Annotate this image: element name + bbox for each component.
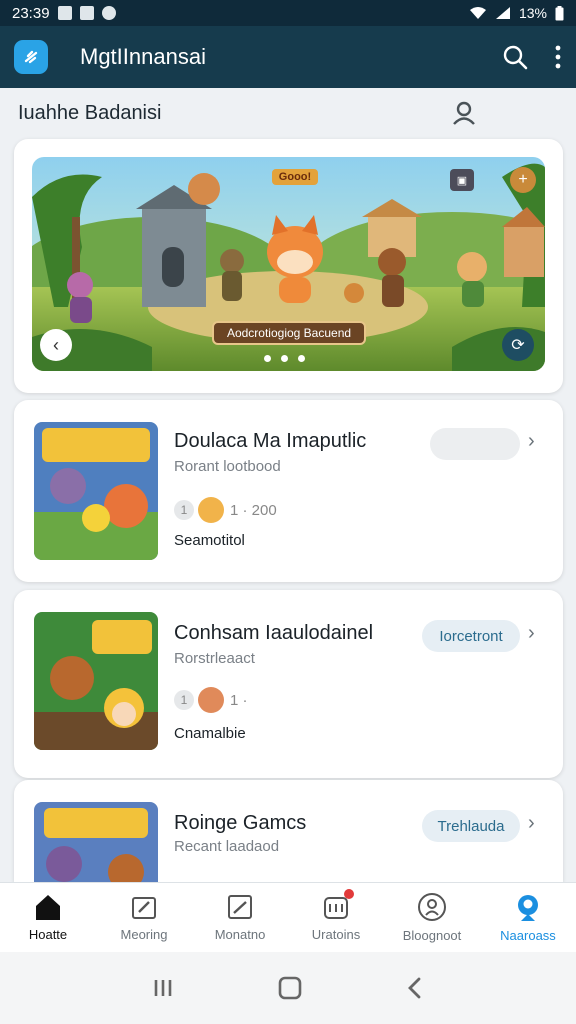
page-dot[interactable] [298, 355, 305, 362]
wifi-icon [469, 7, 486, 19]
settings-status-icon [101, 6, 116, 20]
page-dot[interactable] [281, 355, 288, 362]
app-bar: MgtIInnansai [0, 26, 576, 88]
count-badge: 1 [174, 500, 194, 520]
banner-pagination[interactable] [264, 355, 305, 362]
banner-image[interactable]: Gooo! ‹ ⟳ + ▣ Aodcrotiogiog Bacuend [32, 157, 545, 371]
status-bar: 23:39 13% [0, 0, 576, 26]
tab-label: Naaroass [500, 928, 556, 943]
player-avatars: 1 1 · 200 [174, 497, 277, 523]
game-action-button[interactable] [430, 428, 520, 460]
back-icon[interactable] [405, 976, 425, 1000]
battery-level: 13% [518, 5, 547, 21]
more-vert-icon[interactable] [554, 45, 562, 69]
featured-banner-card: Gooo! ‹ ⟳ + ▣ Aodcrotiogiog Bacuend [14, 139, 563, 393]
banner-add-button[interactable]: + [510, 167, 536, 193]
banner-share-button[interactable]: ⟳ [502, 329, 534, 361]
tab-meoring[interactable]: Meoring [96, 883, 192, 952]
notification-icon [57, 6, 72, 20]
bottom-navigation: Hoatte Meoring Monatno Uratoins Bloognoo… [0, 882, 576, 952]
game-action-button[interactable]: Trehlauda [422, 810, 520, 842]
battery-icon [555, 5, 564, 20]
player-count: 1 · 200 [230, 501, 277, 519]
video-icon: ▣ [456, 174, 468, 187]
game-thumbnail [34, 612, 158, 750]
game-meta: Cnamalbie [174, 725, 246, 742]
recents-icon[interactable] [151, 976, 175, 1000]
game-thumbnail [34, 802, 158, 882]
chart-icon [228, 895, 252, 919]
plus-icon: + [518, 171, 528, 188]
edit-icon [132, 897, 156, 919]
app-title: MgtIInnansai [80, 44, 206, 69]
game-subtitle: Recant laadaod [174, 838, 280, 855]
signal-icon [495, 7, 510, 19]
tab-label: Uratoins [311, 927, 361, 942]
system-navigation-bar [0, 952, 576, 1024]
tab-monatno[interactable]: Monatno [192, 883, 288, 952]
section-header: Iuahhe Badanisi [0, 88, 576, 138]
notification-badge [344, 889, 354, 899]
chevron-right-icon[interactable]: › [528, 812, 535, 835]
user-circle-icon [418, 893, 446, 921]
inbox-icon-wrap [322, 889, 354, 921]
game-action-button[interactable]: Iorcetront [422, 620, 520, 652]
player-avatars: 1 1 · [174, 687, 248, 713]
avatar [198, 687, 224, 713]
profile-icon [518, 895, 538, 921]
tab-naaroass[interactable]: Naaroass [480, 883, 576, 952]
image-icon [79, 6, 94, 20]
player-count: 1 · [230, 691, 248, 709]
game-card[interactable]: Doulaca Ma Imaputlic Rorant lootbood 1 1… [14, 400, 563, 582]
game-card[interactable]: Conhsam Iaaulodainel Rorstrleaact 1 1 · … [14, 590, 563, 778]
tab-label: Bloognoot [402, 928, 462, 943]
search-icon[interactable] [502, 44, 528, 70]
game-card[interactable]: Roinge Gamcs Recant laadaod Trehlauda › [14, 780, 563, 882]
status-time: 23:39 [12, 4, 50, 22]
banner-prev-button[interactable]: ‹ [40, 329, 72, 361]
game-title: Conhsam Iaaulodainel [174, 622, 374, 644]
tab-home[interactable]: Hoatte [0, 883, 96, 952]
game-subtitle: Rorant lootbood [174, 458, 281, 475]
banner-media-button[interactable]: ▣ [450, 169, 474, 191]
banner-badge: Gooo! [272, 169, 318, 185]
game-thumbnail [34, 422, 158, 560]
page-dot[interactable] [264, 355, 271, 362]
tab-uratoins[interactable]: Uratoins [288, 883, 384, 952]
refresh-icon: ⟳ [511, 337, 525, 354]
tab-bloognoot[interactable]: Bloognoot [384, 883, 480, 952]
chevron-right-icon[interactable]: › [528, 622, 535, 645]
chevron-left-icon: ‹ [53, 334, 59, 355]
tab-label: Meoring [120, 927, 168, 942]
app-logo-icon[interactable] [14, 40, 48, 74]
chevron-right-icon[interactable]: › [528, 430, 535, 453]
home-icon [36, 895, 60, 920]
tab-label: Monatno [214, 927, 266, 942]
game-title: Roinge Gamcs [174, 812, 307, 834]
banner-label: Aodcrotiogiog Bacuend [212, 321, 366, 345]
user-icon[interactable] [452, 101, 476, 125]
avatar [198, 497, 224, 523]
tab-label: Hoatte [28, 927, 68, 942]
game-title: Doulaca Ma Imaputlic [174, 430, 367, 452]
game-meta: Seamotitol [174, 532, 245, 549]
game-subtitle: Rorstrleaact [174, 650, 255, 667]
section-title: Iuahhe Badanisi [18, 101, 162, 124]
count-badge: 1 [174, 690, 194, 710]
home-button-icon[interactable] [277, 975, 303, 1001]
